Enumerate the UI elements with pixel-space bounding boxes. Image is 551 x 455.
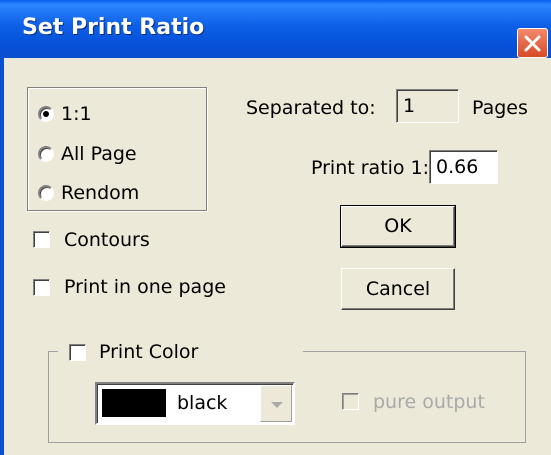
title-bar[interactable]: Set Print Ratio [0, 0, 551, 58]
print-color-label[interactable]: Print Color [99, 341, 198, 363]
close-button[interactable] [517, 28, 548, 58]
print-one-page-checkbox[interactable] [33, 279, 50, 296]
dialog-window: Set Print Ratio 1:1 All Page Rendom Sepa… [0, 0, 551, 455]
window-border [0, 58, 4, 455]
print-color-checkbox[interactable] [69, 344, 86, 361]
radio-all-page-label[interactable]: All Page [61, 143, 137, 165]
window-title: Set Print Ratio [22, 15, 205, 40]
color-select[interactable]: black [95, 382, 295, 425]
contours-checkbox[interactable] [33, 231, 50, 248]
print-ratio-label: Print ratio 1: [311, 157, 430, 179]
radio-one-to-one-label[interactable]: 1:1 [61, 103, 92, 125]
radio-all-page[interactable] [38, 146, 54, 162]
pure-output-checkbox [342, 393, 359, 410]
close-icon [524, 35, 541, 52]
print-ratio-input[interactable]: 0.66 [429, 150, 498, 184]
radio-rendom[interactable] [38, 185, 54, 201]
pages-unit-label: Pages [472, 97, 528, 119]
color-select-dropdown-button[interactable] [260, 385, 292, 422]
cancel-button[interactable]: Cancel [341, 268, 455, 310]
ok-button[interactable]: OK [340, 205, 456, 248]
separated-pages-field: 1 [396, 89, 459, 123]
radio-one-to-one[interactable] [38, 106, 54, 122]
print-one-page-label[interactable]: Print in one page [64, 276, 226, 298]
color-swatch [102, 389, 166, 417]
contours-label[interactable]: Contours [64, 229, 150, 251]
pure-output-label: pure output [373, 391, 485, 413]
separated-label: Separated to: [246, 97, 376, 119]
radio-rendom-label[interactable]: Rendom [61, 182, 139, 204]
color-select-value: black [177, 392, 228, 414]
chevron-down-icon [271, 402, 283, 408]
